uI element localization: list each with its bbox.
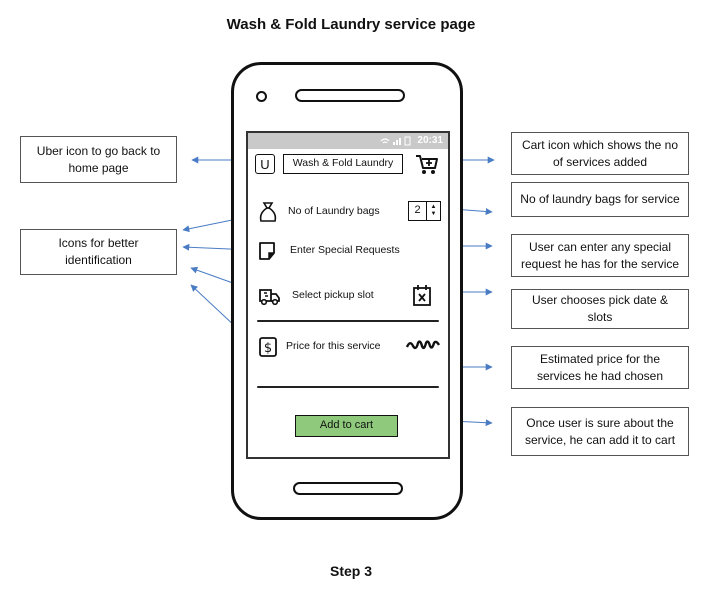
- status-bar: 20:31: [248, 133, 448, 149]
- price-note: Estimated price for the services he had …: [511, 346, 689, 389]
- laundry-bags-label: No of Laundry bags: [288, 205, 380, 217]
- diagram-title: Wash & Fold Laundry service page: [226, 16, 476, 33]
- phone-screen: 20:31 U Wash & Fold Laundry No of Laundr…: [246, 131, 450, 459]
- laundry-bags-stepper[interactable]: 2 ▲ ▼: [408, 201, 441, 221]
- add-to-cart-button[interactable]: Add to cart: [295, 415, 398, 437]
- pickup-slot-row[interactable]: Select pickup slot: [248, 283, 448, 309]
- delivery-truck-icon: [259, 289, 280, 306]
- home-button[interactable]: [293, 482, 403, 495]
- cart-icon[interactable]: [414, 152, 440, 176]
- calendar-icon[interactable]: [411, 283, 433, 307]
- laundry-bags-row: No of Laundry bags 2 ▲ ▼: [248, 199, 448, 225]
- bags-note: No of laundry bags for service: [511, 182, 689, 217]
- stepper-arrows[interactable]: ▲ ▼: [427, 202, 440, 220]
- step-label: Step 3: [329, 563, 372, 579]
- dollar-icon: $: [259, 337, 277, 357]
- uber-back-icon[interactable]: U: [255, 154, 275, 174]
- slots-note: User chooses pick date & slots: [511, 289, 689, 329]
- stepper-up-icon[interactable]: ▲: [431, 204, 437, 211]
- add-cart-note: Once user is sure about the service, he …: [511, 407, 689, 456]
- note-icon: [259, 242, 275, 260]
- speaker-slot: [295, 89, 405, 102]
- price-row: $ Price for this service: [248, 334, 448, 360]
- pickup-slot-label[interactable]: Select pickup slot: [292, 289, 374, 301]
- cart-note: Cart icon which shows the no of services…: [511, 132, 689, 175]
- page-title: Wash & Fold Laundry: [283, 154, 403, 174]
- laundry-bag-icon: [259, 202, 277, 222]
- phone-frame: 20:31 U Wash & Fold Laundry No of Laundr…: [231, 62, 463, 520]
- divider-line: [257, 386, 439, 388]
- divider-line: [257, 320, 439, 322]
- wifi-signal-battery-icon: [380, 136, 411, 146]
- stepper-value: 2: [409, 202, 427, 220]
- price-scribble: [406, 340, 440, 350]
- requests-note: User can enter any special request he ha…: [511, 234, 689, 277]
- status-time: 20:31: [417, 135, 443, 146]
- special-requests-row[interactable]: Enter Special Requests: [248, 238, 448, 264]
- price-label: Price for this service: [286, 340, 381, 352]
- status-icons: [380, 136, 412, 148]
- special-requests-label[interactable]: Enter Special Requests: [290, 244, 400, 256]
- uber-icon-note: Uber icon to go back to home page: [20, 136, 177, 183]
- svg-text:$: $: [264, 341, 272, 356]
- app-header: U Wash & Fold Laundry: [248, 152, 448, 180]
- icons-note: Icons for better identification: [20, 229, 177, 275]
- stepper-down-icon[interactable]: ▼: [431, 211, 437, 218]
- camera-icon: [256, 91, 267, 102]
